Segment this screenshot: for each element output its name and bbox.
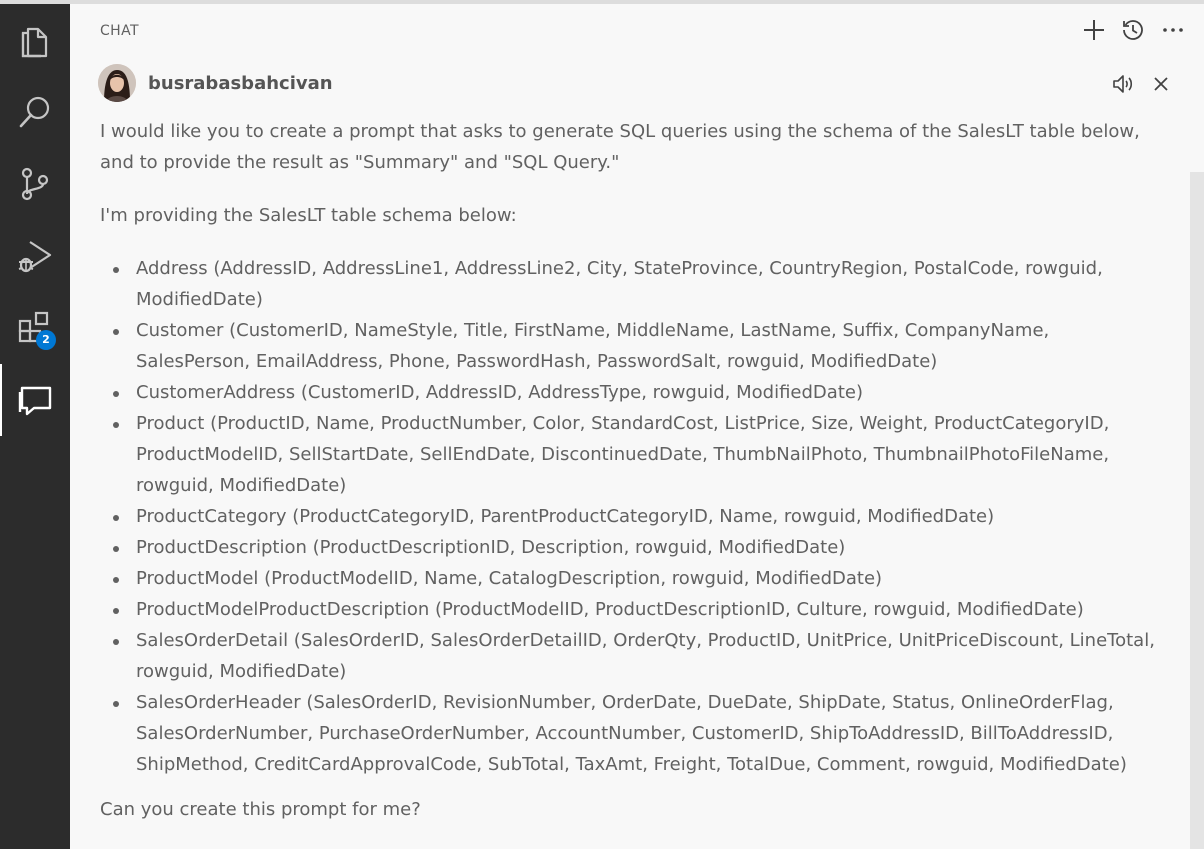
message-header: busrabasbahcivan — [98, 64, 1178, 104]
source-control-button[interactable] — [0, 148, 70, 220]
message-closing: Can you create this prompt for me? — [100, 799, 421, 820]
extensions-badge: 2 — [36, 330, 56, 350]
chat-button[interactable] — [0, 364, 70, 436]
message-body: I would like you to create a prompt that… — [100, 116, 1160, 825]
list-item: Address (AddressID, AddressLine1, Addres… — [100, 253, 1160, 315]
more-icon — [1163, 28, 1183, 32]
list-item: ProductModel (ProductModelID, Name, Cata… — [100, 563, 1160, 594]
message-lead: I'm providing the SalesLT table schema b… — [100, 205, 517, 226]
list-item: CustomerAddress (CustomerID, AddressID, … — [100, 377, 1160, 408]
chat-panel: CHAT busrabasbahcivan I would like you t… — [70, 4, 1204, 849]
explorer-button[interactable] — [0, 4, 70, 76]
extensions-button[interactable]: 2 — [0, 292, 70, 364]
list-item: Customer (CustomerID, NameStyle, Title, … — [100, 315, 1160, 377]
activity-bar: 2 — [0, 4, 70, 849]
panel-title: CHAT — [100, 23, 139, 39]
new-chat-button[interactable] — [1080, 16, 1108, 44]
search-button[interactable] — [0, 76, 70, 148]
vertical-scrollbar[interactable] — [1190, 172, 1204, 849]
list-item: ProductDescription (ProductDescriptionID… — [100, 532, 1160, 563]
run-debug-button[interactable] — [0, 220, 70, 292]
list-item: ProductModelProductDescription (ProductM… — [100, 594, 1160, 625]
chat-panel-header: CHAT — [70, 4, 1204, 58]
source-control-icon — [21, 167, 49, 201]
username: busrabasbahcivan — [148, 73, 333, 94]
close-icon — [1154, 77, 1168, 91]
close-button[interactable] — [1147, 70, 1175, 98]
list-item: ProductCategory (ProductCategoryID, Pare… — [100, 501, 1160, 532]
read-aloud-button[interactable] — [1109, 70, 1137, 98]
more-actions-button[interactable] — [1159, 16, 1187, 44]
schema-list: Address (AddressID, AddressLine1, Addres… — [100, 253, 1160, 780]
history-button[interactable] — [1119, 16, 1147, 44]
run-debug-icon — [18, 241, 52, 273]
files-icon — [21, 27, 48, 58]
speaker-icon — [1113, 75, 1133, 93]
history-icon — [1123, 20, 1143, 40]
new-chat-icon — [1084, 20, 1104, 40]
message-intro: I would like you to create a prompt that… — [100, 121, 1140, 173]
avatar[interactable] — [98, 64, 136, 102]
search-icon — [19, 96, 50, 128]
list-item: SalesOrderHeader (SalesOrderID, Revision… — [100, 687, 1160, 780]
list-item: SalesOrderDetail (SalesOrderID, SalesOrd… — [100, 625, 1160, 687]
list-item: Product (ProductID, Name, ProductNumber,… — [100, 408, 1160, 501]
user-avatar-icon — [98, 64, 136, 102]
chat-icon — [18, 386, 52, 416]
